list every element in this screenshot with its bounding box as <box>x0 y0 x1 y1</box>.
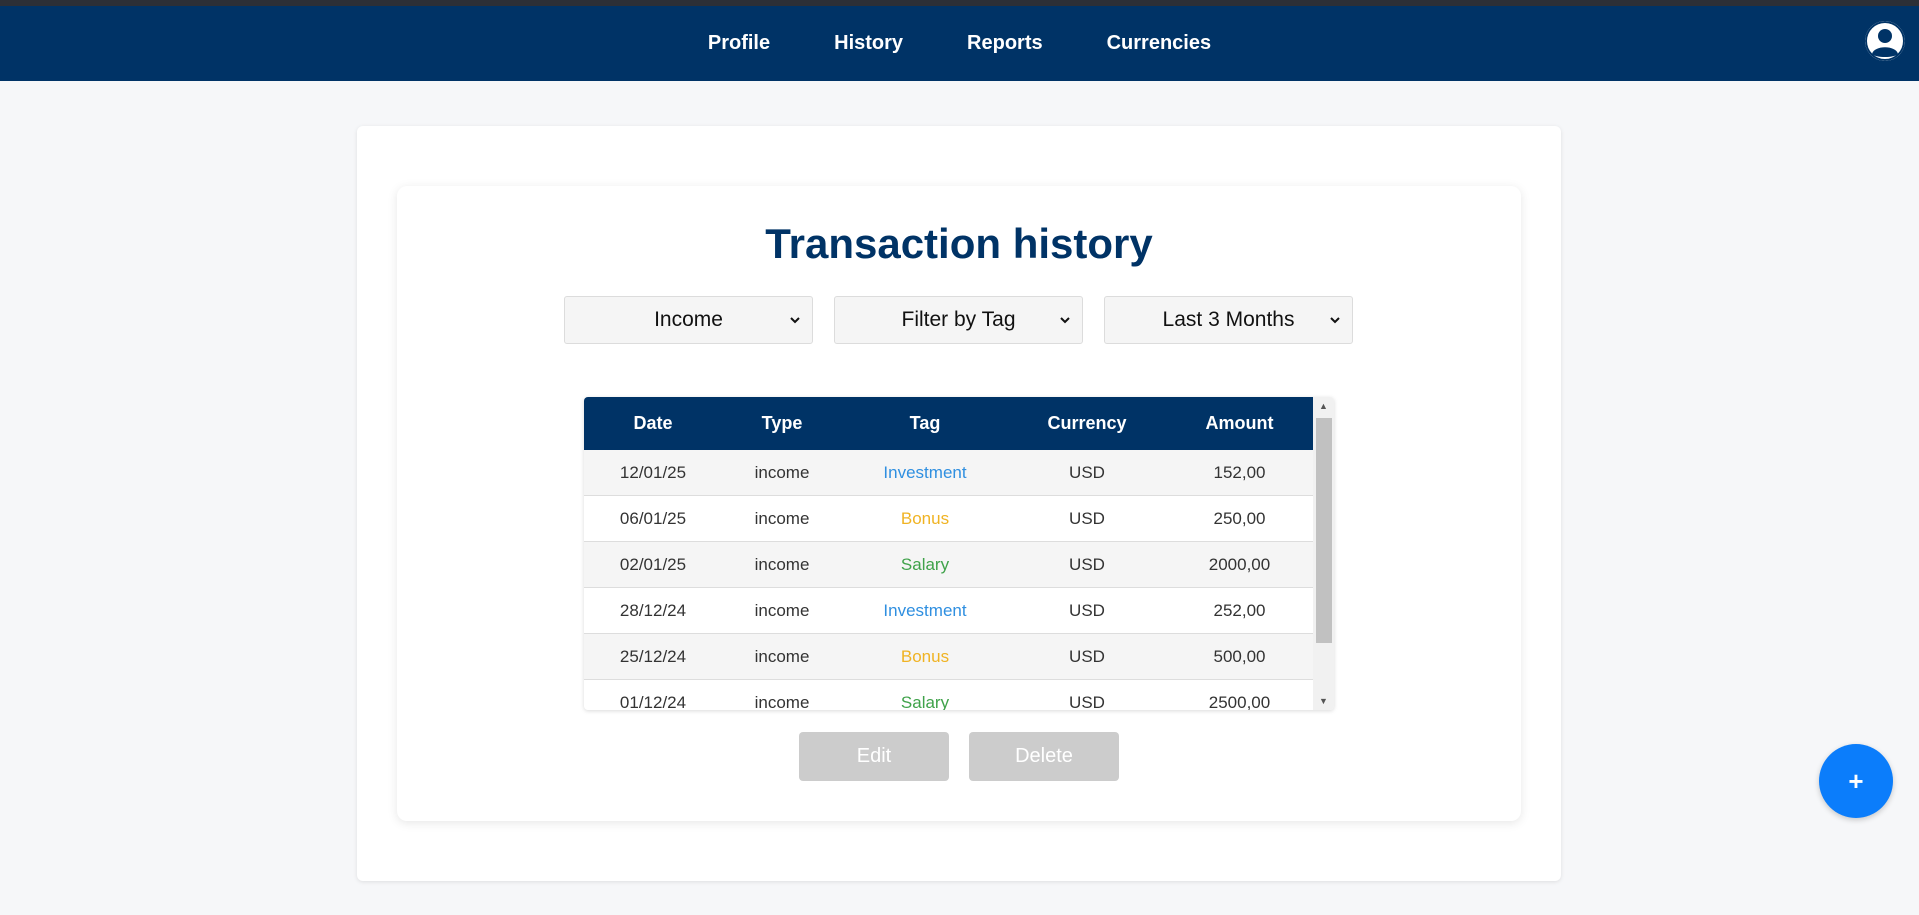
cell-amount: 152,00 <box>1213 462 1266 482</box>
table-row[interactable]: 02/01/25 income Salary USD 2000,00 <box>584 542 1313 588</box>
cell-amount: 252,00 <box>1213 600 1266 620</box>
column-header-amount: Amount <box>1205 413 1274 433</box>
chevron-down-icon <box>1060 317 1070 324</box>
cell-date: 01/12/24 <box>619 692 687 711</box>
tag-filter-select[interactable]: Filter by Tag <box>834 296 1083 344</box>
cell-tag: Investment <box>883 600 967 620</box>
table-row[interactable]: 06/01/25 income Bonus USD 250,00 <box>584 496 1313 542</box>
cell-tag: Bonus <box>900 508 950 528</box>
column-header-date: Date <box>633 413 673 433</box>
cell-type: income <box>754 600 810 620</box>
cell-currency: USD <box>1069 508 1105 528</box>
cell-date: 12/01/25 <box>619 462 687 482</box>
add-transaction-button[interactable]: + <box>1819 744 1893 818</box>
cell-currency: USD <box>1069 600 1105 620</box>
nav-links: Profile History Reports Currencies <box>0 6 1919 81</box>
period-filter-select[interactable]: Last 3 Months <box>1104 296 1353 344</box>
type-filter-value: Income <box>654 308 723 331</box>
chevron-down-icon <box>790 317 800 324</box>
cell-type: income <box>754 462 810 482</box>
table-row[interactable]: 12/01/25 income Investment USD 152,00 <box>584 450 1313 496</box>
cell-amount: 2000,00 <box>1208 554 1271 574</box>
cell-type: income <box>754 646 810 666</box>
cell-tag: Salary <box>900 692 950 711</box>
cell-type: income <box>754 554 810 574</box>
scroll-down-arrow-icon[interactable]: ▼ <box>1313 692 1334 710</box>
cell-type: income <box>754 508 810 528</box>
cell-currency: USD <box>1069 462 1105 482</box>
nav-link-currencies[interactable]: Currencies <box>1107 32 1212 55</box>
delete-button[interactable]: Delete <box>969 732 1119 781</box>
cell-tag: Investment <box>883 462 967 482</box>
cell-tag: Salary <box>900 554 950 574</box>
column-header-type: Type <box>761 413 803 433</box>
column-header-tag: Tag <box>909 413 941 433</box>
nav-link-profile[interactable]: Profile <box>708 32 770 55</box>
cell-tag: Bonus <box>900 646 950 666</box>
table-header: Date Type Tag Currency Amount <box>584 397 1313 450</box>
cell-date: 25/12/24 <box>619 646 687 666</box>
type-filter-select[interactable]: Income <box>564 296 813 344</box>
chevron-down-icon <box>1330 317 1340 324</box>
cell-date: 06/01/25 <box>619 508 687 528</box>
tag-filter-value: Filter by Tag <box>901 308 1016 331</box>
table-body: 12/01/25 income Investment USD 152,00 06/01/2… <box>584 450 1313 710</box>
table-scrollbar[interactable]: ▲ ▼ <box>1313 397 1334 710</box>
table-row[interactable]: 28/12/24 income Investment USD 252,00 <box>584 588 1313 634</box>
top-navbar: Profile History Reports Currencies <box>0 6 1919 81</box>
transactions-table: Date Type Tag Currency Amount 12/01/25 in… <box>584 397 1334 710</box>
cell-date: 02/01/25 <box>619 554 687 574</box>
scroll-up-arrow-icon[interactable]: ▲ <box>1313 397 1334 415</box>
nav-link-history[interactable]: History <box>834 32 903 55</box>
nav-link-reports[interactable]: Reports <box>967 32 1043 55</box>
period-filter-value: Last 3 Months <box>1162 308 1295 331</box>
cell-date: 28/12/24 <box>619 600 687 620</box>
table-row[interactable]: 25/12/24 income Bonus USD 500,00 <box>584 634 1313 680</box>
table-row[interactable]: 01/12/24 income Salary USD 2500,00 <box>584 680 1313 711</box>
cell-currency: USD <box>1069 646 1105 666</box>
cell-type: income <box>754 692 810 711</box>
scrollbar-thumb[interactable] <box>1316 418 1332 643</box>
cell-currency: USD <box>1069 554 1105 574</box>
cell-amount: 2500,00 <box>1208 692 1271 711</box>
column-header-currency: Currency <box>1047 413 1127 433</box>
cell-currency: USD <box>1069 692 1105 711</box>
cell-amount: 500,00 <box>1213 646 1266 666</box>
cell-amount: 250,00 <box>1213 508 1266 528</box>
edit-button[interactable]: Edit <box>799 732 949 781</box>
page-title: Transaction history <box>765 220 1153 267</box>
user-avatar-icon[interactable] <box>1865 21 1905 61</box>
